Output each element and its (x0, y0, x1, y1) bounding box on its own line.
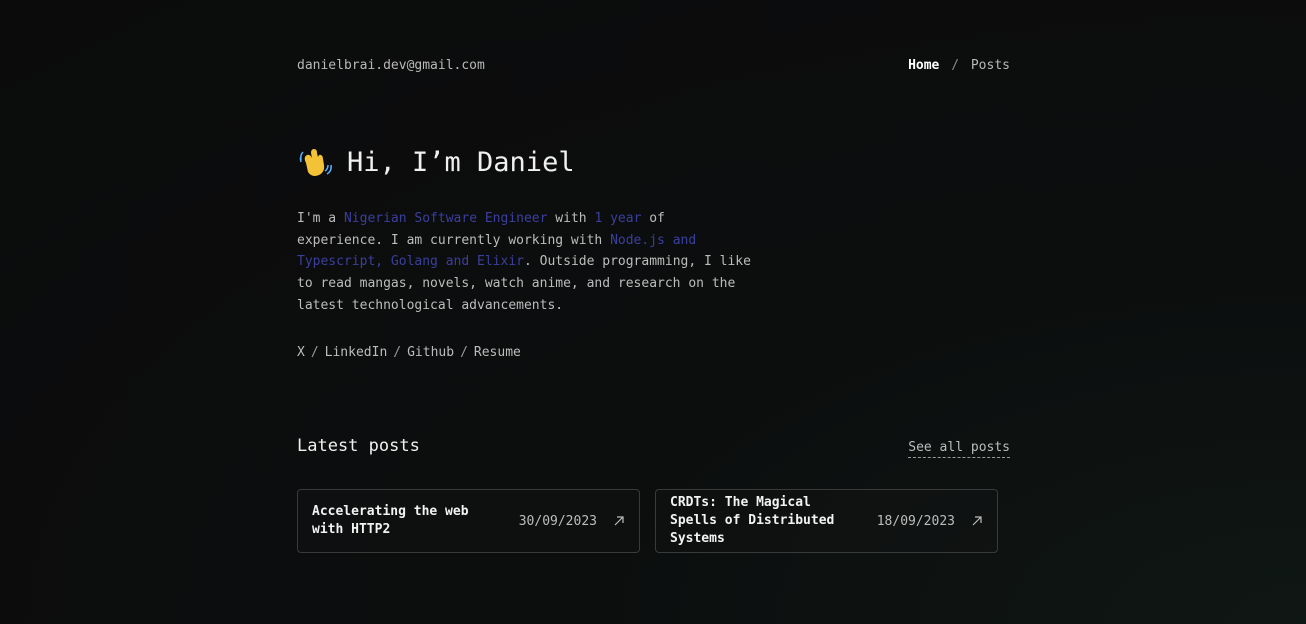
bio-text: with (547, 211, 595, 226)
post-card[interactable]: Accelerating the web with HTTP2 30/09/20… (297, 489, 640, 553)
see-all-posts-link[interactable]: See all posts (908, 440, 1010, 458)
social-link-resume[interactable]: Resume (474, 345, 521, 360)
latest-posts-header: Latest posts See all posts (297, 436, 1010, 458)
nav-home-link[interactable]: Home (908, 58, 939, 73)
waving-hand-icon (299, 149, 332, 176)
bio-highlight-role: Nigerian Software Engineer (343, 211, 548, 226)
social-links: X / LinkedIn / Github / Resume (297, 345, 521, 360)
email-link[interactable]: danielbrai.dev@gmail.com (297, 58, 485, 73)
nav: Home / Posts (908, 58, 1010, 73)
nav-posts-link[interactable]: Posts (971, 58, 1010, 73)
arrow-up-right-icon (972, 516, 982, 526)
social-link-linkedin[interactable]: LinkedIn (325, 345, 388, 360)
post-card[interactable]: CRDTs: The Magical Spells of Distributed… (655, 489, 998, 553)
post-title: CRDTs: The Magical Spells of Distributed… (670, 495, 835, 546)
site-header: danielbrai.dev@gmail.com Home / Posts (297, 58, 1010, 73)
social-link-github[interactable]: Github (407, 345, 454, 360)
social-separator: / (393, 345, 402, 360)
latest-posts-title: Latest posts (297, 436, 420, 456)
bio-paragraph: I'm a Nigerian Software Engineer with 1 … (297, 208, 757, 317)
post-title: Accelerating the web with HTTP2 (312, 504, 469, 537)
social-link-x[interactable]: X (297, 345, 305, 360)
nav-separator: / (951, 58, 960, 73)
post-date: 30/09/2023 (518, 513, 597, 529)
arrow-up-right-icon (614, 516, 624, 526)
social-separator: / (310, 345, 319, 360)
post-cards: Accelerating the web with HTTP2 30/09/20… (297, 489, 998, 553)
page-title: Hi, I’m Daniel (297, 144, 575, 180)
bio-highlight-experience: 1 year (594, 211, 642, 226)
bio-text: I'm a (297, 211, 344, 226)
post-date: 18/09/2023 (876, 513, 955, 529)
hero-title-text: Hi, I’m Daniel (347, 146, 575, 178)
social-separator: / (460, 345, 468, 360)
